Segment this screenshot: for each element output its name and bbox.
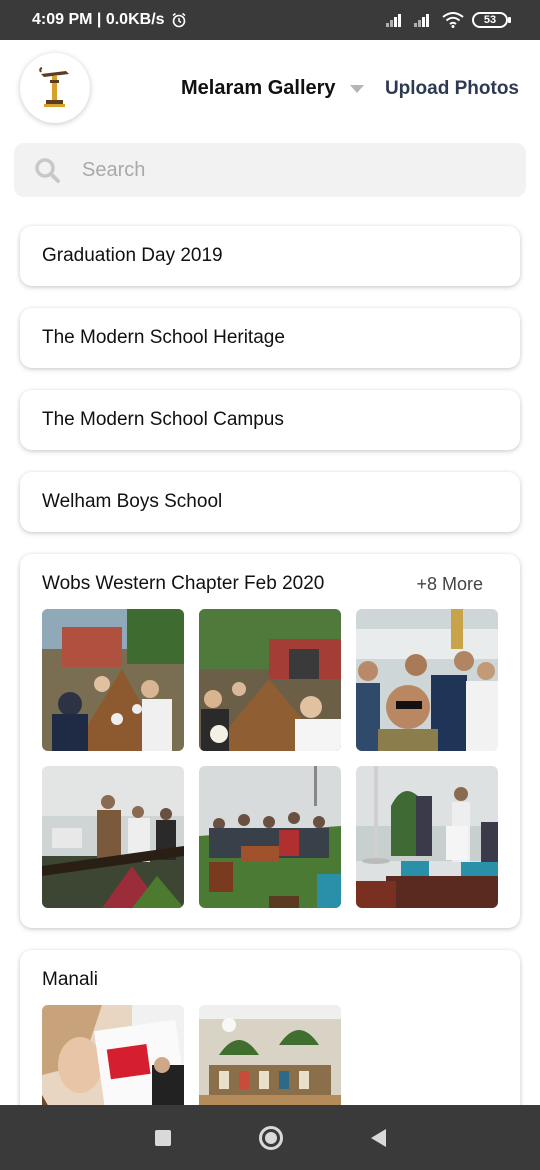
- status-time: 4:09 PM | 0.0KB/s: [32, 11, 165, 28]
- album-card[interactable]: Graduation Day 2019: [20, 226, 520, 286]
- album-title: The Modern School Campus: [42, 409, 284, 430]
- status-bar: 4:09 PM | 0.0KB/s 53: [0, 0, 540, 40]
- caret-down-icon: [349, 84, 364, 93]
- photo-thumbnail[interactable]: [199, 766, 341, 908]
- upload-photos-button[interactable]: Upload Photos: [385, 78, 519, 100]
- gallery-name: Melaram Gallery: [181, 77, 336, 99]
- app-header: Melaram Gallery Upload Photos: [0, 40, 540, 140]
- search-icon: [35, 158, 60, 183]
- back-icon[interactable]: [370, 1128, 386, 1147]
- photo-thumbnail[interactable]: [356, 766, 498, 908]
- recent-apps-icon[interactable]: [154, 1129, 171, 1146]
- album-title: Graduation Day 2019: [42, 245, 223, 266]
- photo-thumbnail[interactable]: [199, 609, 341, 751]
- photo-thumbnail[interactable]: [356, 609, 498, 751]
- search-input[interactable]: [82, 158, 482, 182]
- album-title: Manali: [42, 969, 98, 990]
- album-card-with-photos[interactable]: Manali: [20, 950, 520, 1147]
- album-title: Welham Boys School: [42, 491, 223, 512]
- album-title: Wobs Western Chapter Feb 2020: [42, 573, 325, 594]
- search-bar[interactable]: [14, 143, 526, 197]
- album-card[interactable]: The Modern School Campus: [20, 390, 520, 450]
- alarm-icon: [172, 12, 185, 28]
- signal-icon-2: [414, 13, 434, 27]
- home-icon[interactable]: [258, 1125, 283, 1150]
- album-card-with-photos[interactable]: Wobs Western Chapter Feb 2020 +8 More: [20, 554, 520, 928]
- wifi-icon: [442, 12, 464, 28]
- battery-icon: 53: [472, 12, 511, 28]
- album-title: The Modern School Heritage: [42, 327, 285, 348]
- photo-thumbnail[interactable]: [42, 766, 184, 908]
- album-card[interactable]: Welham Boys School: [20, 472, 520, 532]
- gallery-selector[interactable]: Melaram Gallery: [181, 77, 364, 100]
- album-card[interactable]: The Modern School Heritage: [20, 308, 520, 368]
- signal-icon: [386, 13, 406, 27]
- photo-thumbnail[interactable]: [42, 609, 184, 751]
- lamp-logo-icon: [39, 67, 69, 107]
- more-photos-link[interactable]: +8 More: [416, 574, 483, 595]
- system-nav-bar: [0, 1105, 540, 1170]
- gallery-logo[interactable]: [20, 53, 90, 123]
